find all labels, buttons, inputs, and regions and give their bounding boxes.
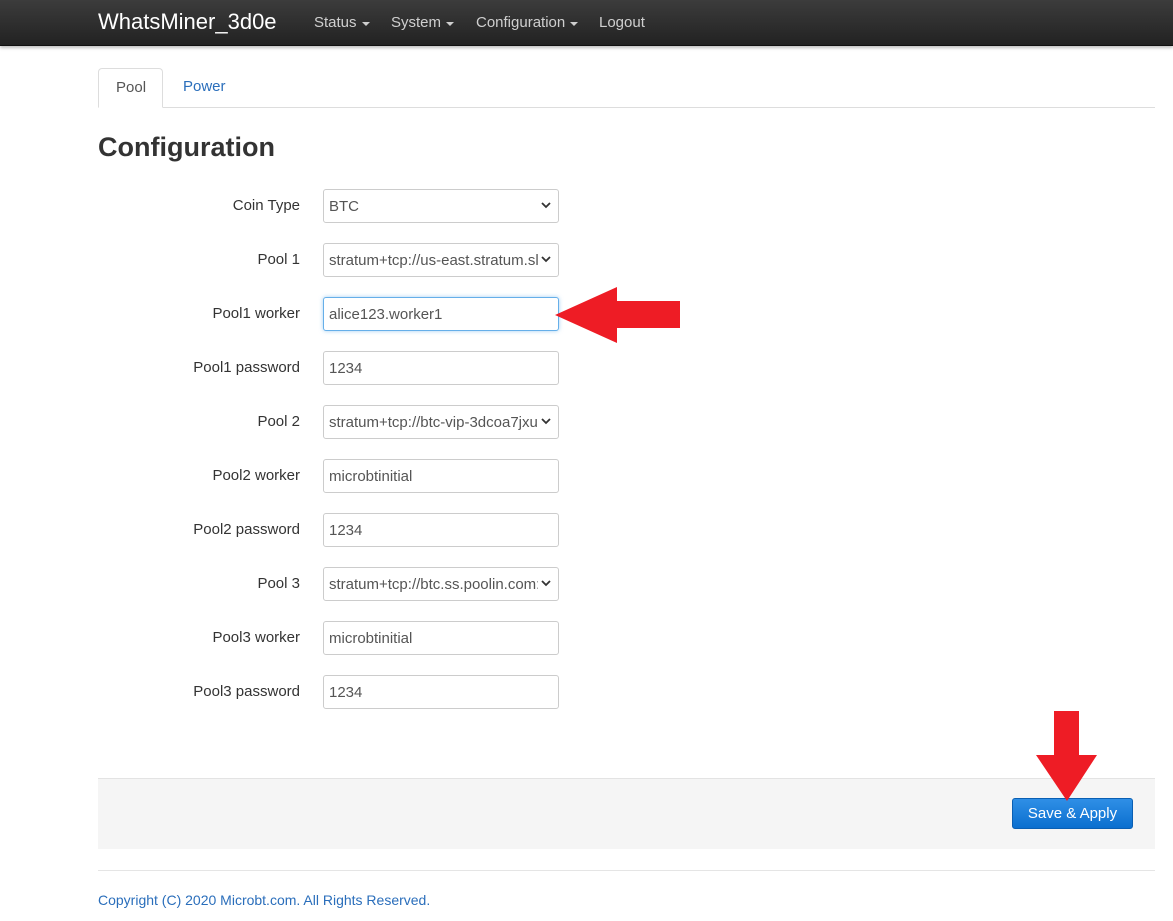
pool2-password-row: Pool2 password (98, 513, 568, 547)
pool1-password-label: Pool1 password (193, 359, 300, 376)
pool2-worker-row: Pool2 worker (98, 459, 568, 493)
nav-configuration-label: Configuration (476, 14, 566, 31)
pool2-label: Pool 2 (257, 413, 300, 430)
red-arrow-down-icon (1036, 711, 1097, 801)
pool2-worker-input[interactable] (323, 459, 559, 493)
coin-type-label: Coin Type (232, 197, 300, 214)
pool1-value: stratum+tcp://us-east.stratum.slushpool.… (329, 251, 538, 269)
nav-status-label: Status (314, 14, 357, 31)
nav-logout-link[interactable]: Logout (599, 14, 645, 32)
pool1-password-row: Pool1 password (98, 351, 568, 385)
form-actions-bar (98, 778, 1155, 849)
pool3-password-input[interactable] (323, 675, 559, 709)
top-navbar: WhatsMiner_3d0e Status System Configurat… (0, 0, 1173, 46)
caret-down-icon (570, 22, 579, 26)
caret-down-icon (446, 22, 455, 26)
pool1-password-input[interactable] (323, 351, 559, 385)
coin-type-value: BTC (329, 197, 359, 215)
pool3-worker-input[interactable] (323, 621, 559, 655)
coin-type-select[interactable]: BTC (323, 189, 559, 223)
tab-power[interactable]: Power (166, 68, 243, 108)
pool1-worker-label: Pool1 worker (212, 305, 300, 322)
pool2-select[interactable]: stratum+tcp://btc-vip-3dcoa7jxu.devfee.n… (323, 405, 559, 439)
nav-logout-label: Logout (599, 14, 645, 31)
pool3-worker-label: Pool3 worker (212, 629, 300, 646)
nav-status-menu[interactable]: Status (314, 14, 370, 32)
pool1-label: Pool 1 (257, 251, 300, 268)
pool3-password-row: Pool3 password (98, 675, 568, 709)
tab-pool[interactable]: Pool (98, 68, 163, 108)
pool2-worker-label: Pool2 worker (212, 467, 300, 484)
nav-configuration-menu[interactable]: Configuration (476, 14, 579, 32)
pool3-worker-row: Pool3 worker (98, 621, 568, 655)
save-apply-button[interactable]: Save & Apply (1012, 798, 1133, 829)
pool3-value: stratum+tcp://btc.ss.poolin.com:443 (329, 575, 538, 593)
caret-down-icon (361, 22, 370, 26)
pool2-password-input[interactable] (323, 513, 559, 547)
pool1-select[interactable]: stratum+tcp://us-east.stratum.slushpool.… (323, 243, 559, 277)
chevron-down-icon (541, 418, 551, 425)
chevron-down-icon (541, 256, 551, 263)
red-arrow-left-icon (555, 287, 680, 343)
pool2-value: stratum+tcp://btc-vip-3dcoa7jxu.devfee.n… (329, 413, 538, 431)
pool1-worker-input[interactable] (323, 297, 559, 331)
pool2-row: Pool 2 stratum+tcp://btc-vip-3dcoa7jxu.d… (98, 405, 568, 439)
pool3-select[interactable]: stratum+tcp://btc.ss.poolin.com:443 (323, 567, 559, 601)
tabs-divider (98, 107, 1155, 108)
footer-divider (98, 870, 1155, 871)
coin-type-row: Coin Type BTC (98, 189, 568, 223)
brand-title[interactable]: WhatsMiner_3d0e (98, 9, 277, 35)
pool2-password-label: Pool2 password (193, 521, 300, 538)
pool3-label: Pool 3 (257, 575, 300, 592)
pool3-row: Pool 3 stratum+tcp://btc.ss.poolin.com:4… (98, 567, 568, 601)
chevron-down-icon (541, 202, 551, 209)
nav-system-menu[interactable]: System (391, 14, 455, 32)
pool1-worker-row: Pool1 worker (98, 297, 568, 331)
pool1-row: Pool 1 stratum+tcp://us-east.stratum.slu… (98, 243, 568, 277)
pool3-password-label: Pool3 password (193, 683, 300, 700)
footer-copyright: Copyright (C) 2020 Microbt.com. All Righ… (98, 892, 431, 908)
chevron-down-icon (541, 580, 551, 587)
page-title: Configuration (98, 132, 275, 162)
nav-system-label: System (391, 14, 442, 31)
